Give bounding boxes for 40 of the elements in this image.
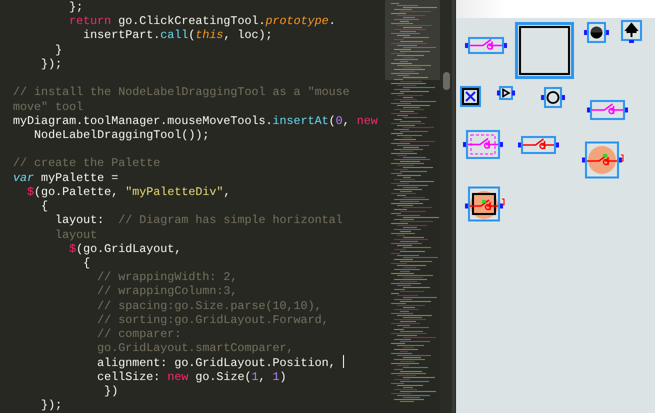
- scrollbar-thumb[interactable]: [443, 72, 450, 90]
- palette-node-icon[interactable]: [541, 87, 565, 108]
- palette-node-icon[interactable]: [465, 186, 505, 222]
- code-line: // create the Palette: [13, 156, 160, 170]
- code-line: {: [82, 256, 90, 270]
- code-line: }: [54, 42, 62, 57]
- code-line: // spacing:go.Size.parse(10,10),: [96, 298, 322, 313]
- palette-node-icon[interactable]: [587, 99, 628, 121]
- code-line: return go.ClickCreatingTool.prototype.: [68, 14, 336, 28]
- code-line: move" tool: [13, 100, 84, 114]
- code-line: };: [68, 0, 84, 14]
- palette-node-icon[interactable]: [460, 86, 481, 107]
- code-line: // wrappingWidth: 2,: [96, 270, 238, 284]
- palette-node-icon[interactable]: [463, 130, 503, 159]
- code-line: $(go.GridLayout,: [68, 242, 182, 256]
- code-line: alignment: go.GridLayout.Position,: [13, 356, 344, 370]
- palette-node-icon[interactable]: [582, 141, 624, 179]
- code-line: layout: // Diagram has simple horizontal: [54, 213, 343, 228]
- palette-node-icon[interactable]: [465, 36, 507, 55]
- palette-node-icon[interactable]: [621, 20, 642, 43]
- palette-node-icon[interactable]: [584, 22, 609, 43]
- palette-node-icon[interactable]: [497, 86, 515, 100]
- code-line: var myPalette =: [13, 170, 118, 185]
- code-line: // comparer:: [96, 327, 182, 342]
- code-line: myDiagram.toolManager.mouseMoveTools.insertAt(0, new: [13, 114, 378, 128]
- palette-node-icon[interactable]: [518, 135, 559, 155]
- code-line: NodeLabelDraggingTool());: [33, 128, 210, 142]
- code-line: cellSize: new go.Size(1, 1): [96, 370, 287, 384]
- code-line: layout: [54, 228, 98, 242]
- code-line: }): [103, 384, 118, 398]
- code-line: // wrappingColumn:3,: [96, 284, 238, 298]
- code-line: // install the NodeLabelDraggingTool as a "mouse: [13, 85, 350, 100]
- code-line: go.GridLayout.smartComparer,: [96, 341, 294, 356]
- code-line: });: [40, 398, 62, 412]
- code-line: {: [40, 199, 48, 214]
- palette-node-icon[interactable]: [515, 22, 574, 79]
- code-line: });: [40, 56, 62, 71]
- code-line: $(go.Palette, "myPaletteDiv",: [26, 184, 230, 199]
- code-line: insertPart.call(this, loc);: [82, 28, 273, 42]
- code-line: // sorting:go.GridLayout.Forward,: [96, 312, 329, 327]
